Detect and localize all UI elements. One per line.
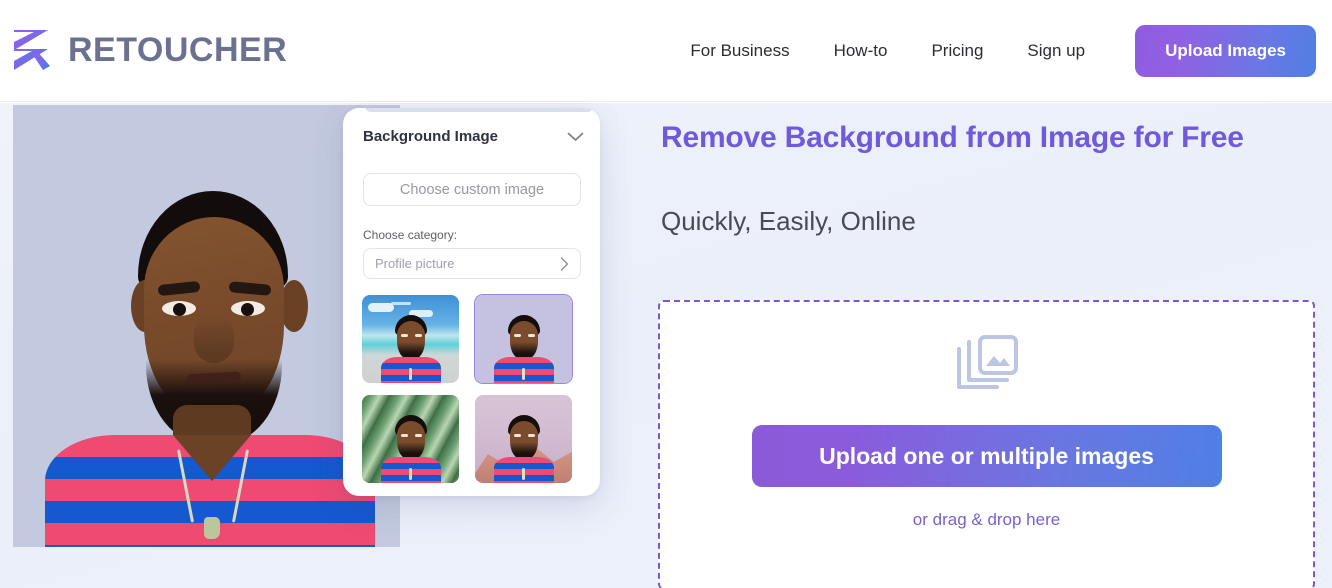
- upload-images-button[interactable]: Upload Images: [1135, 25, 1316, 77]
- category-select[interactable]: Profile picture: [363, 248, 581, 279]
- nav-item-for-business[interactable]: For Business: [680, 33, 811, 69]
- preview-photo: [13, 105, 400, 547]
- portrait-pendant: [204, 517, 220, 539]
- category-select-value: Profile picture: [375, 256, 455, 271]
- thumbnail-person: [492, 315, 556, 383]
- thumbnail-plain-lavender[interactable]: [474, 294, 573, 384]
- nav-item-pricing[interactable]: Pricing: [909, 33, 1005, 69]
- page-subtitle: Quickly, Easily, Online: [661, 206, 916, 236]
- choose-custom-image-button[interactable]: Choose custom image: [363, 173, 581, 206]
- chevron-right-icon: [560, 256, 569, 271]
- site-header: RETOUCHER For Business How-to Pricing Si…: [0, 0, 1332, 102]
- brand[interactable]: RETOUCHER: [10, 26, 287, 74]
- nav-item-how-to[interactable]: How-to: [812, 33, 910, 69]
- thumbnail-mountain-sunset[interactable]: [474, 394, 573, 484]
- page-root: RETOUCHER For Business How-to Pricing Si…: [0, 0, 1332, 588]
- card-top-strip: [365, 108, 593, 112]
- background-thumbnail-grid: [361, 294, 583, 484]
- upload-dropzone[interactable]: Upload one or multiple images or drag & …: [658, 300, 1315, 588]
- nav-item-sign-up[interactable]: Sign up: [1005, 33, 1107, 69]
- hero-section: Background Image Choose custom image Cho…: [0, 103, 1332, 588]
- portrait-ear-right: [280, 280, 308, 332]
- thumbnail-person: [379, 315, 443, 383]
- main-nav: For Business How-to Pricing Sign up Uplo…: [680, 0, 1316, 102]
- stacked-images-icon: [956, 335, 1018, 389]
- portrait-pupil-right: [241, 303, 254, 316]
- hero-content: Background Eraser Remove Background from…: [620, 103, 1332, 588]
- thumbnail-person: [492, 415, 556, 483]
- page-title: Remove Background from Image for Free: [661, 121, 1244, 154]
- preview-visual: Background Image Choose custom image Cho…: [0, 103, 620, 588]
- retoucher-logo-icon: [14, 30, 50, 70]
- thumbnail-beach[interactable]: [361, 294, 460, 384]
- upload-multiple-images-button[interactable]: Upload one or multiple images: [751, 425, 1222, 487]
- drag-drop-hint: or drag & drop here: [912, 510, 1061, 529]
- chevron-down-icon[interactable]: [567, 132, 584, 142]
- thumbnail-green-leaves[interactable]: [361, 394, 460, 484]
- card-header: Background Image: [363, 128, 584, 145]
- brand-name: RETOUCHER: [68, 30, 288, 69]
- choose-category-label: Choose category:: [363, 228, 458, 242]
- card-title: Background Image: [363, 128, 499, 145]
- background-image-card: Background Image Choose custom image Cho…: [343, 108, 600, 496]
- thumbnail-person: [379, 415, 443, 483]
- portrait-pupil-left: [173, 303, 186, 316]
